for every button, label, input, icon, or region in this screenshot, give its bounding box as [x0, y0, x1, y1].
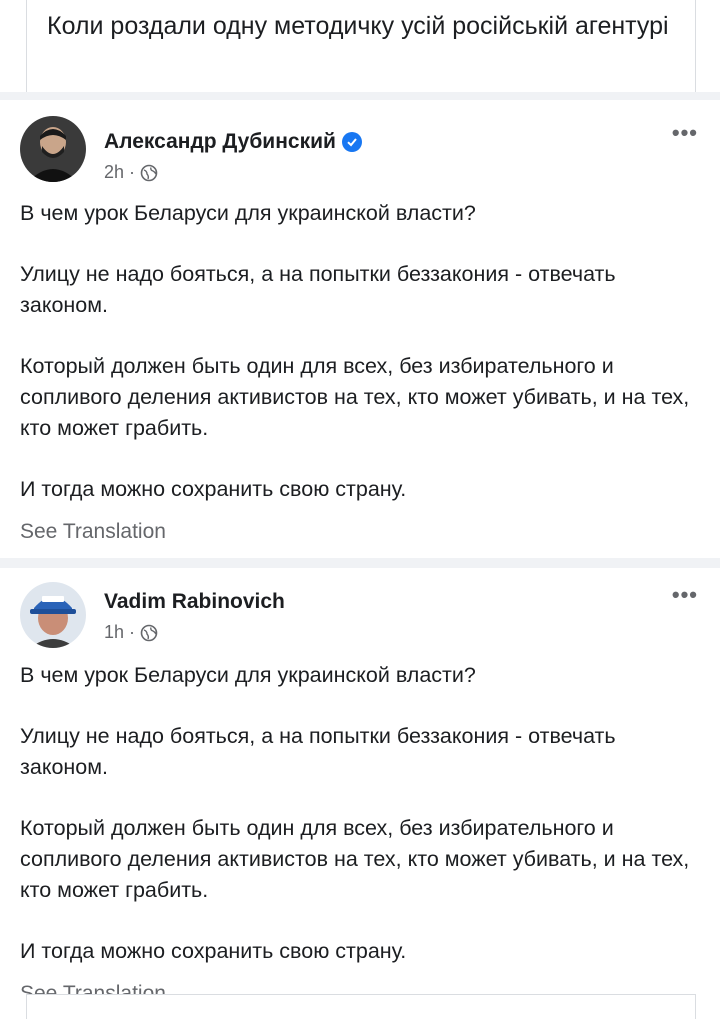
post-paragraph: Улицу не надо бояться, а на попытки безз…	[20, 262, 616, 317]
avatar[interactable]	[20, 116, 86, 182]
post-paragraph: Который должен быть один для всех, без и…	[20, 816, 690, 902]
author-name[interactable]: Vadim Rabinovich	[104, 590, 285, 614]
post-paragraph: В чем урок Беларуси для украинской власт…	[20, 663, 476, 687]
more-options-button[interactable]: •••	[672, 120, 698, 146]
feed-divider	[0, 92, 720, 100]
feed-post-dubinsky: Александр Дубинский 2h · ••• В чем урок …	[0, 100, 720, 558]
see-translation-link[interactable]: See Translation	[20, 520, 166, 544]
post-caption: Коли роздали одну методичку усій російсь…	[26, 0, 696, 92]
feed-post-rabinovich: Vadim Rabinovich 1h · ••• В чем урок Бел…	[0, 568, 720, 994]
globe-icon	[140, 164, 158, 182]
post-paragraph: Который должен быть один для всех, без и…	[20, 354, 690, 440]
post-paragraph: Улицу не надо бояться, а на попытки безз…	[20, 724, 616, 779]
author-name-row: Александр Дубинский	[104, 130, 362, 154]
post-paragraph: И тогда можно сохранить свою страну.	[20, 939, 407, 963]
post-body: В чем урок Беларуси для украинской власт…	[20, 660, 700, 997]
post-meta: 2h ·	[104, 162, 158, 183]
post-meta: 1h ·	[104, 622, 158, 643]
post-paragraph: И тогда можно сохранить свою страну.	[20, 477, 407, 501]
feed-divider	[0, 558, 720, 568]
meta-separator: ·	[129, 622, 136, 642]
meta-separator: ·	[129, 162, 136, 182]
caption-frame-bottom	[26, 994, 696, 1019]
caption-text: Коли роздали одну методичку усій російсь…	[47, 12, 669, 40]
post-body: В чем урок Беларуси для украинской власт…	[20, 198, 700, 535]
globe-icon	[140, 624, 158, 642]
author-name[interactable]: Александр Дубинский	[104, 130, 336, 154]
post-time[interactable]: 1h	[104, 622, 124, 643]
verified-badge-icon	[341, 132, 362, 152]
post-paragraph: В чем урок Беларуси для украинской власт…	[20, 201, 476, 225]
post-time[interactable]: 2h	[104, 162, 124, 183]
see-translation-link[interactable]: See Translation	[20, 980, 166, 994]
more-options-button[interactable]: •••	[672, 582, 698, 608]
avatar[interactable]	[20, 582, 86, 648]
author-name-row: Vadim Rabinovich	[104, 590, 285, 614]
